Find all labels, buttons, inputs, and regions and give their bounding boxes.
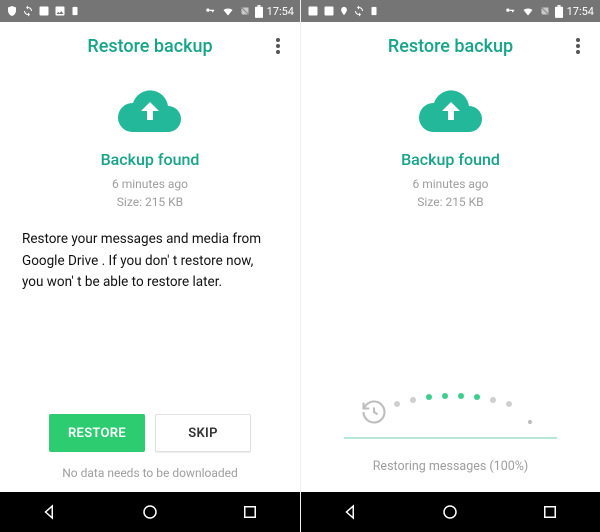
status-time: 17:54: [567, 5, 594, 18]
image-icon: [54, 5, 66, 17]
battery-icon: [255, 5, 263, 18]
phone-icon: [518, 397, 542, 427]
backup-found-title: Backup found: [101, 150, 200, 169]
footer-note: No data needs to be downloaded: [62, 466, 238, 480]
backup-meta: 6 minutes ago Size: 215 KB: [413, 175, 489, 211]
content-area: Backup found 6 minutes ago Size: 215 KB: [301, 70, 600, 492]
backup-meta: 6 minutes ago Size: 215 KB: [112, 175, 188, 211]
sync-icon: [353, 5, 365, 17]
status-bar: 17:54: [301, 0, 600, 22]
location-icon: [339, 5, 349, 17]
sync-icon: [22, 5, 34, 17]
phone-screen-right: 17:54 Restore backup Backup found 6 minu…: [300, 0, 600, 532]
backup-size: Size: 215 KB: [112, 193, 188, 211]
backup-age: 6 minutes ago: [413, 175, 489, 193]
vpn-key-icon: [203, 6, 217, 16]
skip-button[interactable]: SKIP: [155, 414, 251, 452]
app-bar: Restore backup: [0, 22, 300, 70]
cloud-upload-icon: [118, 88, 182, 136]
shield-icon: [6, 5, 18, 17]
nav-back-button[interactable]: [30, 492, 70, 532]
backup-age: 6 minutes ago: [112, 175, 188, 193]
vpn-key-icon: [503, 6, 517, 16]
nav-back-button[interactable]: [331, 492, 371, 532]
nav-recents-button[interactable]: [530, 492, 570, 532]
app-icon: [307, 5, 319, 17]
app-icon: [38, 5, 50, 17]
wifi-icon: [521, 5, 535, 17]
image-icon: [323, 5, 335, 17]
progress-dots: [394, 401, 512, 407]
page-title: Restore backup: [87, 36, 212, 57]
nav-bar: [301, 492, 600, 532]
no-sim-icon: [539, 5, 551, 17]
nav-recents-button[interactable]: [230, 492, 270, 532]
progress-label: Restoring messages (100%): [373, 459, 529, 474]
overflow-menu-button[interactable]: [566, 34, 590, 58]
history-icon: [360, 398, 388, 426]
page-title: Restore backup: [388, 36, 513, 57]
restore-description: Restore your messages and media from Goo…: [20, 229, 280, 294]
device-icon: [369, 5, 379, 17]
progress-bar: [344, 437, 556, 439]
cloud-upload-icon: [419, 88, 483, 136]
backup-found-title: Backup found: [401, 150, 500, 169]
content-area: Backup found 6 minutes ago Size: 215 KB …: [0, 70, 300, 492]
phone-screen-left: 17:54 Restore backup Backup found 6 minu…: [0, 0, 300, 532]
nav-home-button[interactable]: [130, 492, 170, 532]
backup-size: Size: 215 KB: [413, 193, 489, 211]
no-sim-icon: [239, 5, 251, 17]
device-icon: [70, 5, 80, 17]
nav-bar: [0, 492, 300, 532]
restore-button[interactable]: RESTORE: [49, 414, 145, 452]
app-bar: Restore backup: [301, 22, 600, 70]
overflow-menu-button[interactable]: [266, 34, 290, 58]
restore-progress: Restoring messages (100%): [321, 397, 580, 492]
button-row: RESTORE SKIP: [49, 414, 251, 452]
wifi-icon: [221, 5, 235, 17]
status-time: 17:54: [267, 5, 294, 18]
status-bar: 17:54: [0, 0, 300, 22]
battery-icon: [555, 5, 563, 18]
nav-home-button[interactable]: [430, 492, 470, 532]
